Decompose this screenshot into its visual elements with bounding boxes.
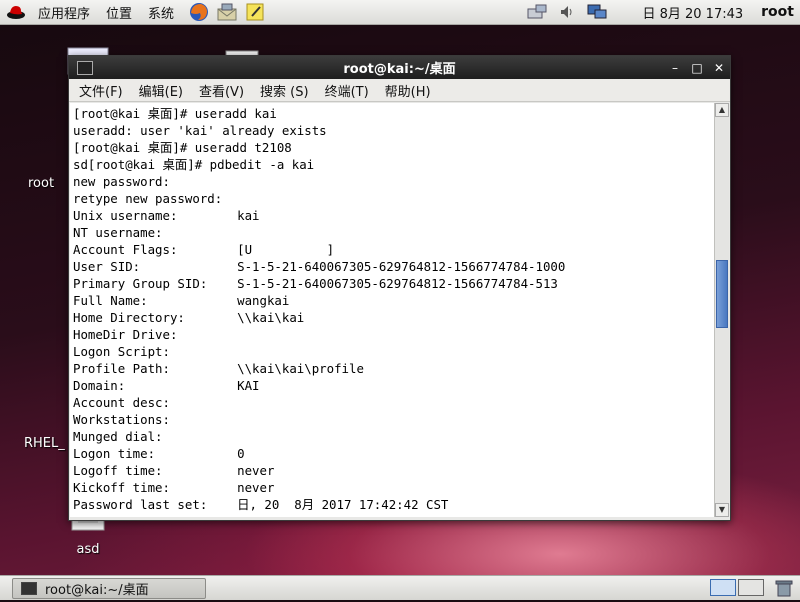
terminal-menubar: 文件(F) 编辑(E) 查看(V) 搜索 (S) 终端(T) 帮助(H) xyxy=(69,79,730,102)
window-titlebar[interactable]: root@kai:~/桌面 – □ ✕ xyxy=(69,56,730,79)
desktop-icon-rhel-label: RHEL_ xyxy=(24,436,65,451)
notes-editor-icon[interactable] xyxy=(244,1,266,23)
workspace-1[interactable] xyxy=(710,579,736,596)
window-title: root@kai:~/桌面 xyxy=(343,62,456,77)
terminal-output-area[interactable]: [root@kai 桌面]# useradd kai useradd: user… xyxy=(70,103,714,517)
menu-file[interactable]: 文件(F) xyxy=(69,81,131,100)
workspace-2[interactable] xyxy=(738,579,764,596)
maximize-button[interactable]: □ xyxy=(686,61,708,75)
volume-icon[interactable] xyxy=(556,2,578,22)
applications-menu[interactable]: 应用程序 xyxy=(30,3,98,22)
network-manager-icon[interactable] xyxy=(526,2,548,22)
menu-view[interactable]: 查看(V) xyxy=(191,81,252,100)
scroll-down-arrow-icon[interactable]: ▼ xyxy=(715,503,729,517)
taskbar-terminal-label: root@kai:~/桌面 xyxy=(45,583,149,598)
taskbar-terminal-button[interactable]: root@kai:~/桌面 xyxy=(12,578,206,599)
bottom-panel: root@kai:~/桌面 xyxy=(0,575,800,600)
places-menu[interactable]: 位置 xyxy=(98,3,140,22)
firefox-icon[interactable] xyxy=(188,1,210,23)
desktop-icon-rhel[interactable]: RHEL_ xyxy=(24,436,74,451)
terminal-window: root@kai:~/桌面 – □ ✕ 文件(F) 编辑(E) 查看(V) 搜索… xyxy=(68,55,731,521)
clock[interactable]: 日 8月 20 17:43 xyxy=(642,3,743,22)
menu-edit[interactable]: 编辑(E) xyxy=(131,81,191,100)
desktop-icon-home-label: root xyxy=(28,176,55,191)
redhat-logo-icon[interactable] xyxy=(6,2,26,22)
user-menu[interactable]: root xyxy=(761,4,794,20)
menu-help[interactable]: 帮助(H) xyxy=(377,81,439,100)
menu-search[interactable]: 搜索 (S) xyxy=(252,81,317,100)
terminal-icon xyxy=(21,582,37,595)
minimize-button[interactable]: – xyxy=(664,61,686,75)
close-button[interactable]: ✕ xyxy=(708,61,730,75)
scrollbar-thumb[interactable] xyxy=(716,260,728,328)
terminal-output[interactable]: [root@kai 桌面]# useradd kai useradd: user… xyxy=(70,103,714,515)
trash-applet-icon[interactable] xyxy=(774,578,796,598)
vertical-scrollbar[interactable]: ▲ ▼ xyxy=(714,103,729,517)
display-settings-icon[interactable] xyxy=(586,2,608,22)
desktop-icon-file-label: asd xyxy=(76,542,100,557)
menu-terminal[interactable]: 终端(T) xyxy=(317,81,377,100)
system-menu[interactable]: 系统 xyxy=(140,3,182,22)
top-panel: 应用程序 位置 系统 日 8月 20 17:43 root xyxy=(0,0,800,25)
scroll-up-arrow-icon[interactable]: ▲ xyxy=(715,103,729,117)
email-client-icon[interactable] xyxy=(216,1,238,23)
